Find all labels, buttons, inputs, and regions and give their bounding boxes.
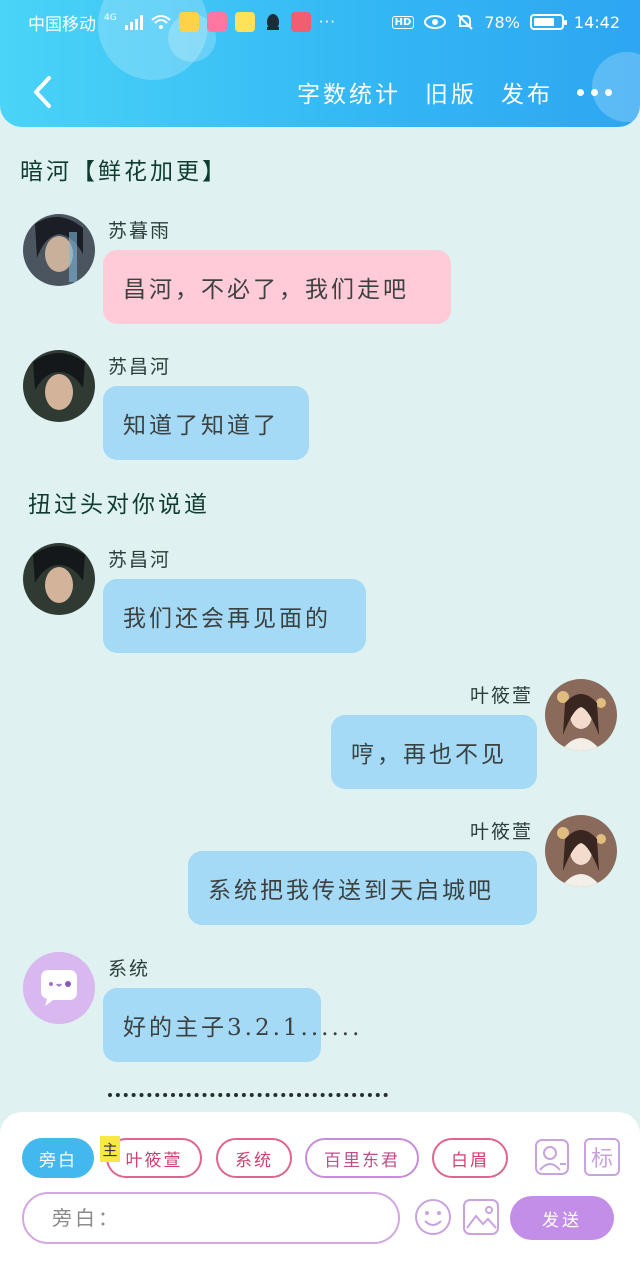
battery-icon [529,14,567,30]
message-input-box[interactable] [22,1192,400,1244]
avatar[interactable] [545,815,617,887]
message-bubble[interactable]: 系统把我传送到天启城吧 [188,851,537,925]
nav-bar: 字数统计 旧版 发布 [0,60,640,124]
avatar[interactable] [545,679,617,751]
eye-icon [424,15,447,29]
publish-button[interactable]: 发布 [501,75,553,109]
avatar[interactable] [23,350,95,422]
main-character-tag: 主 [100,1136,120,1162]
avatar[interactable] [23,543,95,615]
hd-badge: HD [391,15,415,29]
message-input[interactable] [52,1206,398,1230]
chat-area[interactable]: 暗河【鲜花加更】 苏暮雨 昌河，不必了，我们走吧 苏昌河 知道了知道了 扭过头对… [0,127,640,1112]
mute-bell-icon [457,14,474,30]
message-bubble[interactable]: 昌河，不必了，我们走吧 [103,250,451,324]
sender-name: 苏昌河 [108,549,172,571]
avatar[interactable] [23,214,95,286]
send-button[interactable]: 发送 [510,1196,614,1240]
mark-button[interactable]: 标 [584,1138,620,1176]
signal-icon [124,14,143,30]
qq-icon [266,14,279,30]
more-options-button[interactable] [577,79,612,106]
sender-name: 苏昌河 [108,356,172,378]
sender-name: 叶筱萱 [470,685,534,707]
image-icon[interactable] [462,1198,500,1236]
narration-text: 暗河【鲜花加更】 [20,159,228,185]
app-fruit-icon [234,12,255,32]
back-button[interactable] [12,62,72,122]
header: 中国移动 4G ··· HD 78% 14:42 字数统计 旧版 发布 [0,0,640,127]
role-chip-system[interactable]: 系统 [216,1138,292,1178]
status-bar: 中国移动 4G ··· HD 78% 14:42 [0,0,640,44]
battery-percent: 78% [484,12,520,32]
word-count-button[interactable]: 字数统计 [297,75,401,109]
message-bubble[interactable]: 知道了知道了 [103,386,309,460]
loading-dots [108,1089,388,1097]
avatar[interactable] [23,952,95,1024]
role-chip-ye-xiaoxuan[interactable]: 叶筱萱 [106,1138,202,1178]
message-bubble[interactable]: 我们还会再见面的 [103,579,366,653]
more-notifications-icon: ··· [318,13,337,31]
narration-text: 扭过头对你说道 [28,492,210,518]
role-chip-narrator[interactable]: 旁白 [22,1138,94,1178]
old-version-button[interactable]: 旧版 [425,75,477,109]
role-chip-baimei[interactable]: 白眉 [432,1138,508,1178]
sender-name: 苏暮雨 [108,220,172,242]
add-character-icon[interactable] [534,1138,570,1176]
chevron-left-icon [34,76,51,108]
emoji-icon[interactable] [414,1198,452,1236]
chat-bubble-icon [23,952,95,1024]
sender-name: 系统 [108,958,151,980]
app-game-icon [178,12,199,32]
composer-panel: 旁白 主 叶筱萱 系统 百里东君 白眉 标 发送 [0,1112,640,1280]
clock: 14:42 [573,12,620,32]
role-chip-baili-dongjun[interactable]: 百里东君 [305,1138,419,1178]
sender-name: 叶筱萱 [470,821,534,843]
wifi-icon [151,15,171,29]
message-bubble[interactable]: 哼，再也不见 [331,715,537,789]
app-bilibili-icon [206,12,227,32]
message-bubble[interactable]: 好的主子3.2.1...... [103,988,359,1062]
app-book-icon [290,12,311,32]
network-label: 4G [104,13,117,23]
battery-level [533,18,555,26]
carrier-label: 中国移动 [28,14,96,35]
